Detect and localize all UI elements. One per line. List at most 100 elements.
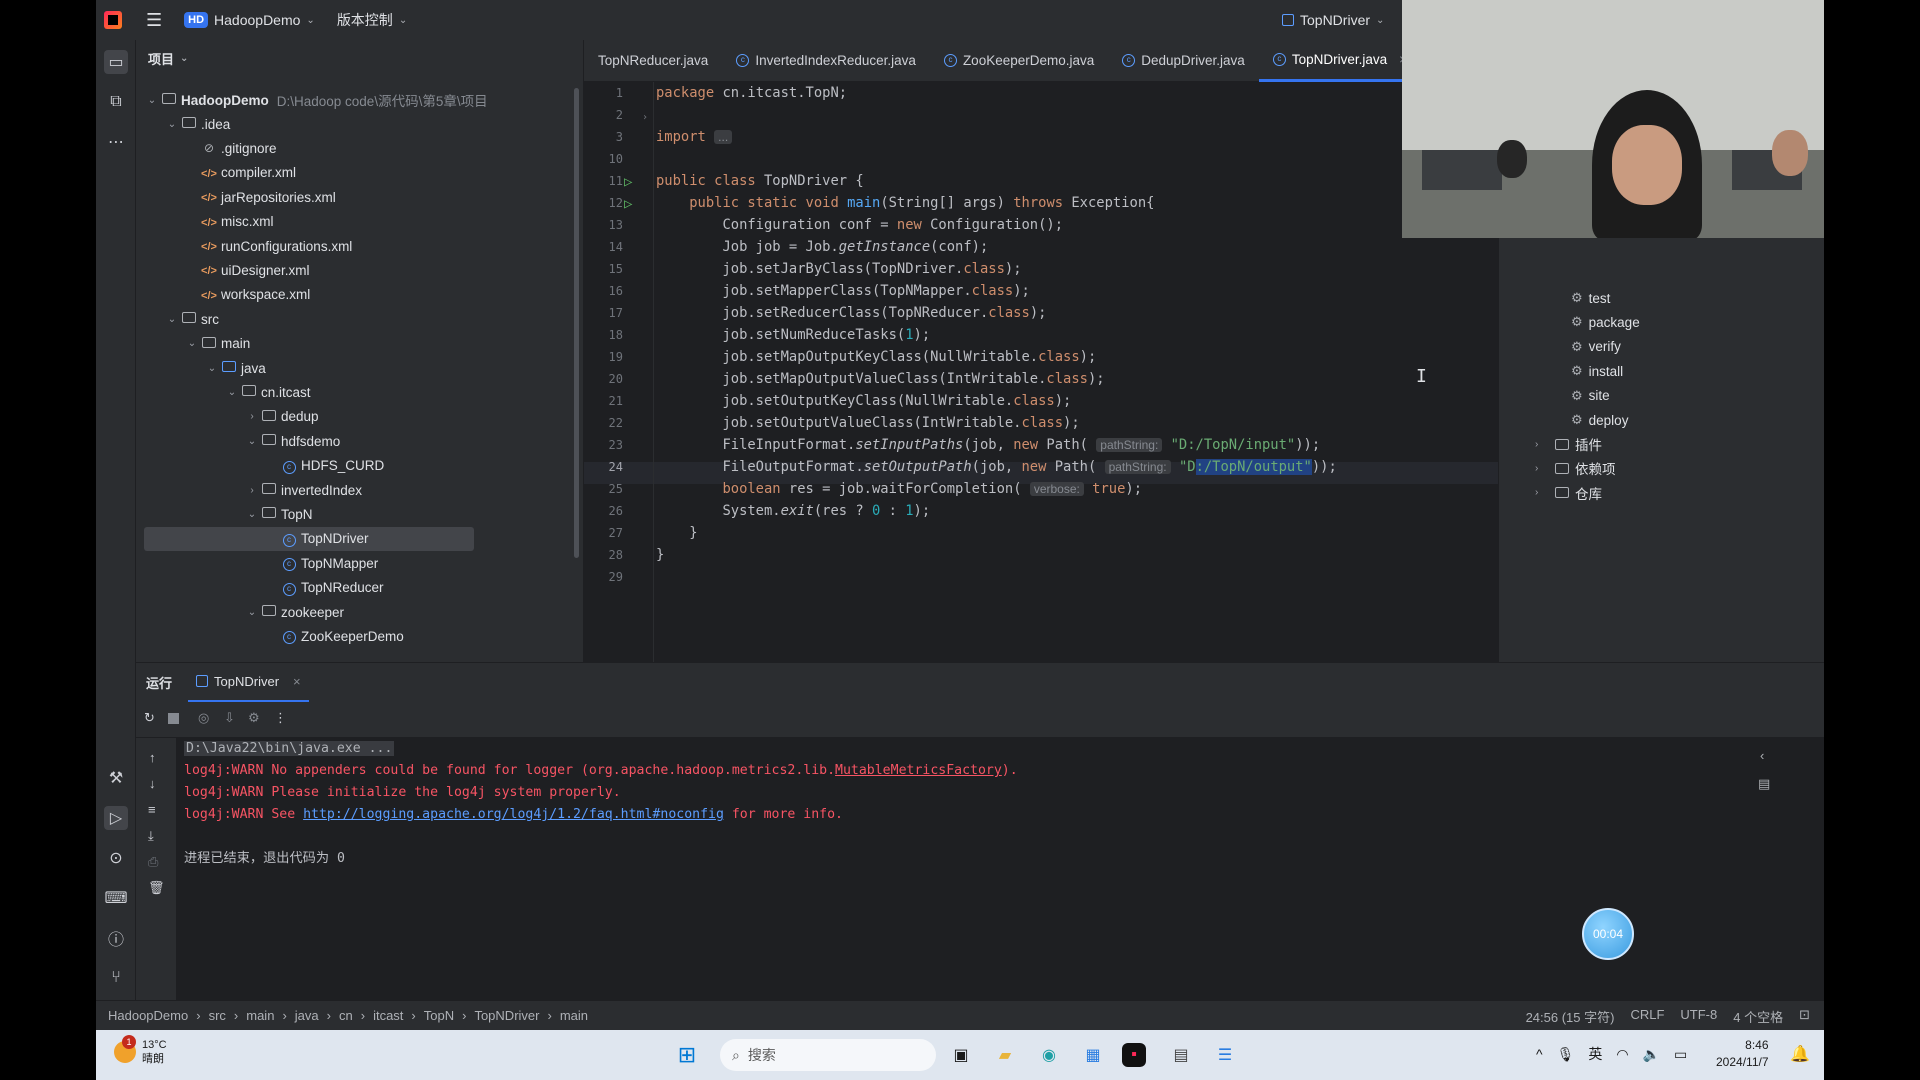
microphone-icon[interactable]: 🎙 <box>1557 1046 1575 1063</box>
more-icon[interactable]: ⋮ <box>274 710 287 726</box>
breadcrumb-item[interactable]: HadoopDemo <box>108 1008 188 1023</box>
tree-file-item[interactable]: </> jarRepositories.xml <box>144 185 583 209</box>
tree-scrollbar[interactable] <box>574 88 579 558</box>
volume-icon[interactable]: 🔈 <box>1643 1046 1660 1063</box>
chevron-down-icon[interactable]: ⌄ <box>224 387 240 398</box>
project-switcher[interactable]: HD HadoopDemo ⌄ <box>178 8 321 32</box>
tree-file-item[interactable]: </> workspace.xml <box>144 283 583 307</box>
export-icon[interactable]: ⇩ <box>224 710 235 726</box>
run-tab[interactable]: TopNDriver × <box>188 663 309 703</box>
side-tool-icon[interactable]: ▤ <box>1758 776 1770 792</box>
windows-start-icon[interactable]: ⊞ <box>672 1040 702 1070</box>
tree-class-item[interactable]: c TopNDriver <box>144 526 474 551</box>
tree-folder-item[interactable]: ⌄ zookeeper <box>144 600 583 624</box>
collapse-panel-icon[interactable]: ‹ <box>1760 748 1764 763</box>
tree-file-item[interactable]: ⊘ .gitignore <box>144 136 583 160</box>
breadcrumb-item[interactable]: TopNDriver <box>474 1008 539 1023</box>
run-tool-icon[interactable]: ▷ <box>104 806 128 830</box>
maven-group-item[interactable]: › 仓库 <box>1535 481 1602 505</box>
tree-file-item[interactable]: </> uiDesigner.xml <box>144 258 583 282</box>
main-menu-button[interactable]: ☰ <box>140 6 168 35</box>
chevron-right-icon[interactable]: › <box>244 411 260 422</box>
maven-lifecycle-item[interactable]: ⚙ install <box>1571 359 1623 383</box>
scroll-end-icon[interactable]: ⤓ <box>148 828 154 844</box>
scroll-up-icon[interactable]: ↑ <box>149 750 156 765</box>
print-icon[interactable]: ⎙ <box>148 854 158 870</box>
tree-folder-item[interactable]: ⌄ cn.itcast <box>144 380 583 404</box>
stop-icon[interactable] <box>168 713 179 724</box>
run-config-selector[interactable]: TopNDriver ⌄ <box>1276 8 1390 32</box>
tree-file-item[interactable]: </> runConfigurations.xml <box>144 234 583 258</box>
store-icon[interactable]: ▦ <box>1078 1040 1108 1070</box>
run-gutter-icon[interactable]: ▷ <box>624 196 632 212</box>
git-tool-icon[interactable]: ⑂ <box>104 966 128 990</box>
file-explorer-icon[interactable]: ▰ <box>990 1040 1020 1070</box>
scroll-down-icon[interactable]: ↓ <box>149 776 156 791</box>
build-tool-icon[interactable]: ⚒ <box>104 766 128 790</box>
breadcrumb-item[interactable]: src <box>209 1008 226 1023</box>
run-gutter-icon[interactable]: ▷ <box>624 174 632 190</box>
problems-tool-icon[interactable]: ⓘ <box>104 926 128 950</box>
tree-class-item[interactable]: c TopNMapper <box>144 551 583 575</box>
tree-folder-item[interactable]: ⌄ TopN <box>144 502 583 526</box>
editor-tab[interactable]: c InvertedIndexReducer.java <box>722 40 930 82</box>
editor-tab[interactable]: c ZooKeeperDemo.java <box>930 40 1108 82</box>
tree-folder-item[interactable]: › invertedIndex <box>144 478 583 502</box>
chevron-right-icon[interactable]: › <box>244 485 260 496</box>
caret-position[interactable]: 24:56 (15 字符) <box>1526 1007 1615 1026</box>
more-tools-icon[interactable]: ⋯ <box>104 130 128 154</box>
project-tool-icon[interactable]: ▭ <box>104 50 128 74</box>
chevron-down-icon[interactable]: ⌄ <box>244 509 260 520</box>
breadcrumb-item[interactable]: cn <box>339 1008 353 1023</box>
close-icon[interactable]: × <box>293 674 301 689</box>
indent-setting[interactable]: 4 个空格 <box>1733 1007 1783 1026</box>
vcs-menu[interactable]: 版本控制 ⌄ <box>331 6 413 34</box>
terminal-tool-icon[interactable]: ⌨ <box>104 886 128 910</box>
notification-bell-icon[interactable]: 🔔 <box>1790 1044 1810 1064</box>
tree-file-item[interactable]: </> misc.xml <box>144 210 583 234</box>
tree-folder-item[interactable]: › dedup <box>144 405 583 429</box>
maven-lifecycle-item[interactable]: ⚙ verify <box>1571 335 1621 359</box>
tree-folder-item[interactable]: ⌄ java <box>144 356 583 380</box>
tree-class-item[interactable]: c HDFS_CURD <box>144 454 583 478</box>
trash-icon[interactable]: 🗑 <box>148 880 165 896</box>
chevron-down-icon[interactable]: ⌄ <box>184 338 200 349</box>
services-tool-icon[interactable]: ⊙ <box>104 846 128 870</box>
remote-desktop-icon[interactable]: ▤ <box>1166 1040 1196 1070</box>
import-fold[interactable]: ... <box>714 130 733 144</box>
editor-tab[interactable]: TopNReducer.java <box>584 40 722 82</box>
camera-icon[interactable]: ◎ <box>198 710 209 726</box>
soft-wrap-icon[interactable]: ≡ <box>148 802 156 817</box>
maven-lifecycle-item[interactable]: ⚙ package <box>1571 310 1640 334</box>
file-encoding[interactable]: UTF-8 <box>1680 1007 1717 1026</box>
structure-tool-icon[interactable]: ⧉ <box>104 90 128 114</box>
chevron-down-icon[interactable]: ⌄ <box>244 607 260 618</box>
taskbar-search[interactable]: ⌕ 搜索 <box>720 1039 936 1071</box>
maven-group-item[interactable]: › 插件 <box>1535 432 1602 456</box>
tree-folder-item[interactable]: ⌄ hdfsdemo <box>144 429 583 453</box>
timer-bubble[interactable]: 00:04 <box>1582 908 1634 960</box>
rerun-icon[interactable]: ↻ <box>144 710 155 726</box>
task-view-icon[interactable]: ▣ <box>946 1040 976 1070</box>
battery-icon[interactable]: ▭ <box>1674 1046 1687 1063</box>
notepad-icon[interactable]: ☰ <box>1210 1040 1240 1070</box>
weather-widget[interactable]: 1 13°C 晴朗 <box>114 1035 167 1066</box>
chevron-down-icon[interactable]: ⌄ <box>164 314 180 325</box>
fold-chevron-icon[interactable]: › <box>642 112 648 123</box>
tray-overflow-icon[interactable]: ^ <box>1536 1046 1543 1062</box>
edge-browser-icon[interactable]: ◉ <box>1034 1040 1064 1070</box>
settings-icon[interactable]: ⚙ <box>248 710 260 726</box>
maven-lifecycle-item[interactable]: ⚙ deploy <box>1571 408 1628 432</box>
breadcrumb-item[interactable]: main <box>246 1008 274 1023</box>
breadcrumb-item[interactable]: java <box>295 1008 319 1023</box>
intellij-icon[interactable]: ▪ <box>1122 1043 1146 1067</box>
tree-root[interactable]: ⌄ HadoopDemo D:\Hadoop code\源代码\第5章\项目 <box>144 88 583 112</box>
tree-class-item[interactable]: c TopNReducer <box>144 576 583 600</box>
tree-file-item[interactable]: </> compiler.xml <box>144 161 583 185</box>
breadcrumb-item[interactable]: itcast <box>373 1008 403 1023</box>
tree-folder-item[interactable]: ⌄ src <box>144 307 583 331</box>
wifi-icon[interactable]: ◠ <box>1616 1046 1628 1063</box>
maven-lifecycle-item[interactable]: ⚙ test <box>1571 286 1610 310</box>
clock[interactable]: 8:46 2024/11/7 <box>1716 1037 1769 1071</box>
lock-icon[interactable]: ⊡ <box>1799 1007 1810 1026</box>
